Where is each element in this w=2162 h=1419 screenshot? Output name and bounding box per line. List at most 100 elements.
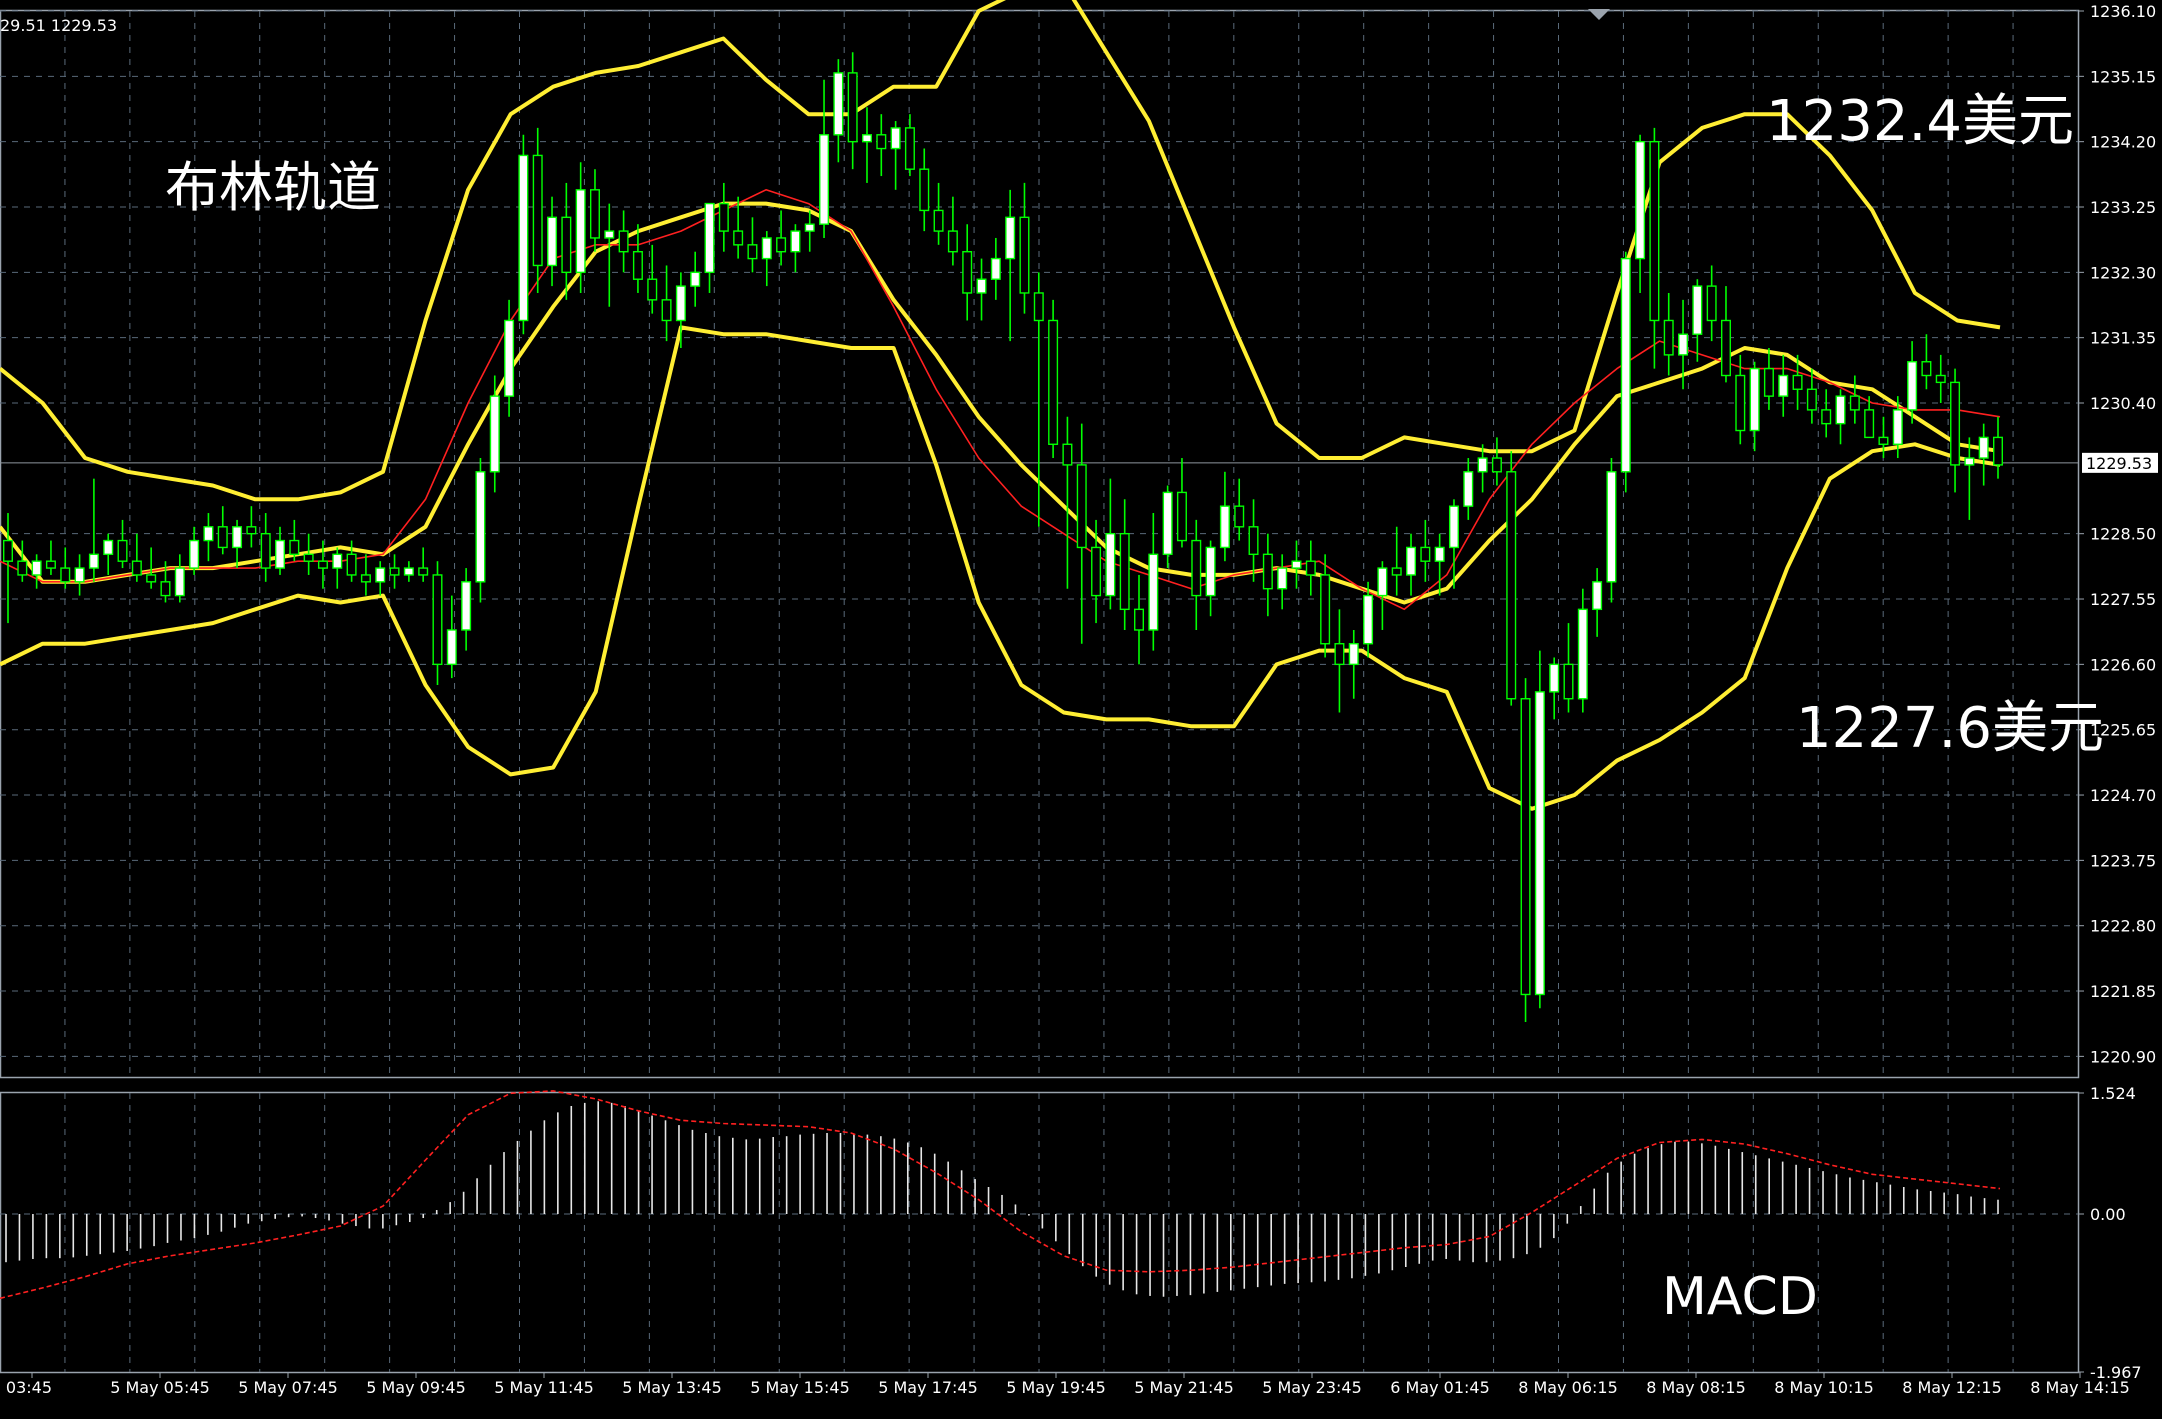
y-tick-label: 1227.55 [2090, 590, 2156, 609]
candle-body [747, 244, 758, 260]
candle-body [1735, 374, 1746, 432]
y-tick-label: 1221.85 [2090, 982, 2156, 1001]
x-tick-label: 5 May 17:45 [878, 1378, 978, 1397]
candle-body [131, 560, 142, 576]
candle-body [117, 539, 128, 562]
candle-body [990, 257, 1001, 280]
y-tick-label: 1234.20 [2090, 133, 2156, 152]
candle-body [1062, 443, 1073, 466]
candle-body [1219, 505, 1230, 549]
candle [1620, 251, 1631, 493]
x-tick-label: 8 May 06:15 [1518, 1378, 1618, 1397]
candle-body [776, 237, 787, 253]
y-tick-label: 1226.60 [2090, 655, 2156, 674]
x-tick-label: 5 May 09:45 [366, 1378, 466, 1397]
candle-body [1434, 546, 1445, 562]
y-tick-label: 1222.80 [2090, 917, 2156, 936]
candle-body [1835, 395, 1846, 425]
candle-body [103, 539, 114, 556]
x-tick-label: 5 May 07:45 [238, 1378, 338, 1397]
candle-body [547, 216, 558, 267]
candle-body [1806, 388, 1817, 411]
candle-body [904, 127, 915, 170]
candle-body [1849, 395, 1860, 411]
candle-body [1534, 691, 1545, 996]
candle-body [1234, 505, 1245, 528]
candle-body [1363, 594, 1374, 645]
y-tick-label: 1233.25 [2090, 198, 2156, 217]
candle-body [1821, 409, 1832, 425]
x-tick-label: 5 May 15:45 [750, 1378, 850, 1397]
x-tick-label: 8 May 10:15 [1774, 1378, 1874, 1397]
candle-body [246, 526, 257, 535]
x-tick-label: 5 May 19:45 [1006, 1378, 1106, 1397]
candle-body [31, 560, 42, 576]
candle-body [561, 216, 572, 274]
candle-body [1778, 374, 1789, 397]
candle-body [1148, 553, 1159, 631]
bollinger-label: 布林轨道 [165, 156, 381, 219]
candle-body [203, 526, 214, 542]
macd-y-tick-label: 1.524 [2090, 1084, 2136, 1103]
candle-body [1291, 560, 1302, 569]
upper-price-label: 1232.4美元 [1766, 89, 2074, 154]
candle-body [1950, 381, 1961, 466]
candle-body [475, 471, 486, 583]
candle-body [45, 560, 56, 569]
candle-body [360, 574, 371, 583]
candle-body [232, 526, 243, 549]
candle-body [260, 532, 271, 569]
candle-body [1176, 491, 1187, 542]
candle-body [1463, 471, 1474, 507]
candle-body [962, 251, 973, 294]
candle-body [189, 539, 200, 569]
candle-body [146, 574, 157, 583]
candle-body [1477, 457, 1488, 473]
candle-body [60, 567, 71, 583]
trading-chart[interactable]: 1236.10 1235.15 1234.20 1233.25 1232.30 1231.… [0, 0, 2162, 1414]
candle-body [1678, 333, 1689, 356]
candle-body [217, 526, 228, 549]
candle-body [604, 230, 615, 239]
candle-body [661, 299, 672, 322]
candle-body [1549, 663, 1560, 693]
candle-body [375, 567, 386, 583]
candle-body [1420, 546, 1431, 562]
candle-body [1334, 643, 1345, 666]
candle-body [303, 553, 314, 562]
candle-body [1048, 319, 1059, 445]
candle-body [332, 553, 343, 569]
candle-body [733, 230, 744, 246]
candle-body [1892, 409, 1903, 445]
candle-body [1577, 608, 1588, 700]
candle-body [317, 560, 328, 569]
candle-body [919, 168, 930, 212]
current-price-label: 1229.53 [2086, 454, 2152, 473]
candle-body [819, 134, 830, 225]
candle-body [1506, 471, 1517, 700]
candle-body [418, 567, 429, 576]
y-tick-label: 1224.70 [2090, 786, 2156, 805]
candle [1506, 451, 1517, 706]
y-tick-label: 1223.75 [2090, 851, 2156, 870]
candle-body [1448, 505, 1459, 549]
candle [1534, 650, 1545, 1009]
candle-body [1119, 532, 1130, 611]
candle-body [1277, 567, 1288, 590]
candle-body [74, 567, 85, 583]
candle-body [1019, 216, 1030, 294]
candle-body [1878, 436, 1889, 445]
candle-body [160, 581, 171, 597]
candle-body [403, 567, 414, 576]
candle-body [1105, 532, 1116, 597]
candle-body [790, 230, 801, 253]
candle-body [1262, 553, 1273, 590]
candle-body [1620, 257, 1631, 473]
candle [475, 458, 486, 603]
candle-body [1005, 216, 1016, 260]
x-tick-label: 6 May 01:45 [1390, 1378, 1490, 1397]
candle-body [690, 271, 701, 287]
chart-canvas: 1236.10 1235.15 1234.20 1233.25 1232.30 1231.… [0, 0, 2162, 1414]
candle-body [275, 539, 286, 569]
y-tick-label: 1220.90 [2090, 1047, 2156, 1066]
